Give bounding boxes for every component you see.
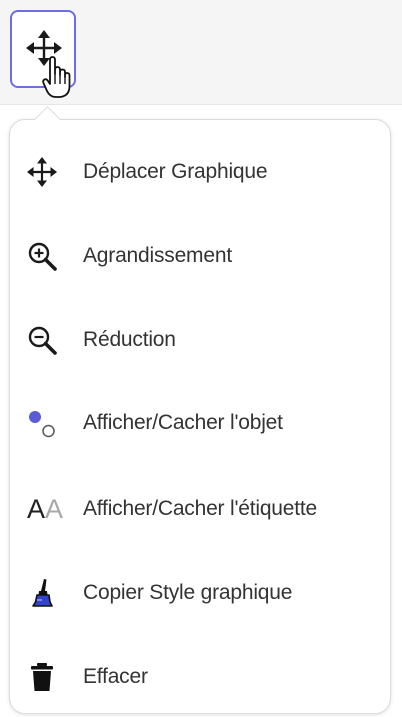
menu-item-label: Afficher/Cacher l'étiquette bbox=[83, 497, 318, 520]
menu-item-move-graphics[interactable]: Déplacer Graphique bbox=[10, 142, 390, 202]
menu-item-zoom-in[interactable]: Agrandissement bbox=[10, 226, 390, 286]
show-hide-object-icon bbox=[26, 408, 58, 438]
menu-item-zoom-out[interactable]: Réduction bbox=[10, 310, 390, 370]
hand-pointer-icon bbox=[42, 56, 71, 98]
menu-item-label: Réduction bbox=[83, 328, 176, 351]
move-cross-arrows-icon bbox=[26, 157, 58, 187]
show-hide-label-icon: AA bbox=[26, 493, 64, 524]
move-graphics-tool-button[interactable] bbox=[10, 10, 76, 98]
menu-item-delete[interactable]: Effacer bbox=[10, 647, 390, 707]
menu-item-copy-visual-style[interactable]: Copier Style graphique bbox=[10, 563, 390, 623]
menu-item-label: Effacer bbox=[83, 665, 148, 688]
trash-icon bbox=[26, 662, 58, 692]
tool-dropdown-menu: Déplacer Graphique Agrandissement Réduct… bbox=[9, 119, 391, 714]
zoom-in-icon bbox=[26, 241, 58, 271]
menu-item-label: Copier Style graphique bbox=[83, 581, 293, 604]
menu-item-label: Afficher/Cacher l'objet bbox=[83, 411, 283, 434]
menu-item-show-hide-object[interactable]: Afficher/Cacher l'objet bbox=[10, 393, 390, 453]
menu-item-show-hide-label[interactable]: AA Afficher/Cacher l'étiquette bbox=[10, 479, 390, 539]
paintbrush-icon bbox=[26, 578, 58, 608]
menu-item-label: Déplacer Graphique bbox=[83, 160, 268, 183]
menu-item-label: Agrandissement bbox=[83, 244, 232, 267]
zoom-out-icon bbox=[26, 325, 58, 355]
